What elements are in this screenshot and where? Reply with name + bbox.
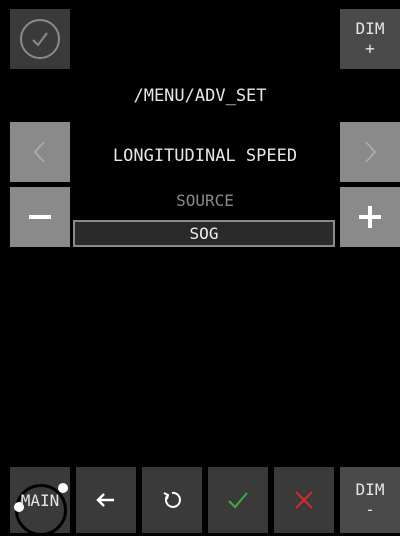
dim-up-button[interactable]: DIM + (340, 9, 400, 69)
dim-up-label: DIM (355, 19, 385, 38)
dim-down-button[interactable]: DIM - (340, 467, 400, 533)
plus-icon (359, 206, 381, 228)
value-field[interactable]: SOG (73, 220, 335, 247)
back-arrow-icon (96, 493, 114, 507)
minus-button[interactable] (10, 187, 70, 247)
minus-icon (29, 215, 51, 219)
source-label: SOURCE (176, 191, 234, 210)
main-button[interactable]: MAIN (10, 467, 70, 536)
check-circle-icon (20, 19, 60, 59)
confirm-check-icon (228, 492, 248, 509)
top-check-button[interactable] (10, 9, 70, 69)
main-label: MAIN (20, 490, 60, 510)
cancel-x-icon (295, 491, 313, 509)
chevron-left-icon (33, 141, 45, 163)
confirm-button[interactable] (208, 467, 268, 533)
main-dot-right (58, 483, 68, 493)
reset-button[interactable] (142, 467, 202, 533)
parameter-title: LONGITUDINAL SPEED (112, 146, 298, 166)
cancel-button[interactable] (274, 467, 334, 533)
back-button[interactable] (76, 467, 136, 533)
next-button[interactable] (340, 122, 400, 182)
dim-down-label: DIM (355, 480, 385, 499)
dim-down-sign: - (365, 500, 375, 519)
chevron-right-icon (365, 141, 377, 163)
prev-button[interactable] (10, 122, 70, 182)
menu-path: /MENU/ADV_SET (133, 86, 267, 106)
reset-icon (163, 491, 181, 508)
dim-up-sign: + (365, 39, 375, 58)
plus-button[interactable] (340, 187, 400, 247)
